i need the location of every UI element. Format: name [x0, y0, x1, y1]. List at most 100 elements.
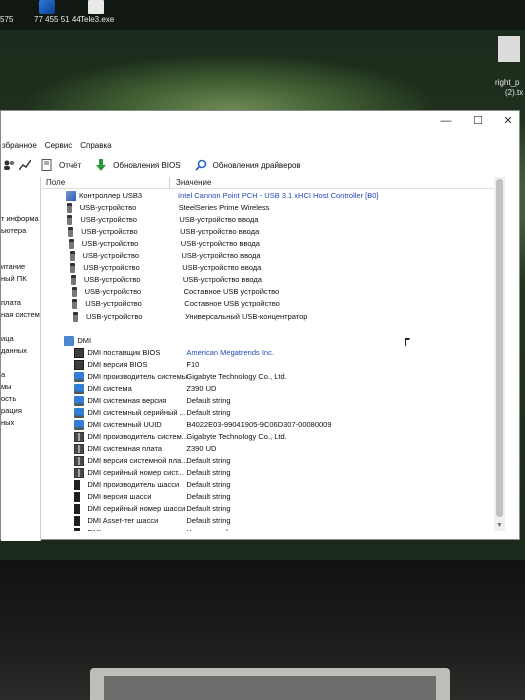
table-row[interactable]: DMI тип шасси Настольный [42, 527, 494, 531]
sidebar-item[interactable] [1, 285, 40, 297]
table-row[interactable]: DMI системная плата Z390 UD [42, 443, 494, 455]
search-icon [194, 159, 206, 171]
sidebar-item[interactable]: а [1, 369, 40, 381]
row-field: DMI производитель систем... [87, 432, 188, 441]
desktop-icon-label[interactable]: right_p [495, 78, 519, 87]
chart-icon[interactable] [19, 159, 31, 171]
table-row[interactable]: DMI Asset-тег шасси Default string [42, 515, 494, 527]
close-button[interactable]: ✕ [497, 113, 519, 129]
dmi-folder-icon [64, 335, 75, 346]
row-value: SteelSeries Prime Wireless [178, 203, 270, 213]
sidebar-item[interactable] [1, 189, 40, 201]
table-row[interactable]: USB-устройство USB-устройство ввода [42, 262, 494, 274]
row-field: DMI системный серийный ... [87, 407, 186, 417]
menu-service[interactable]: Сервис [44, 139, 79, 153]
motherboard-icon [74, 456, 85, 467]
desktop-icon-label[interactable]: 77 455 51 44 [34, 15, 81, 24]
sidebar-item-motherboard[interactable]: плата [1, 297, 40, 309]
sidebar-item-computer[interactable]: ьютера [1, 225, 40, 237]
table-row[interactable]: DMI поставщик BIOS American Megatrends In… [42, 347, 494, 359]
scrollbar-thumb[interactable] [496, 179, 503, 517]
table-row[interactable]: USB-устройство Составное USB устройство [42, 298, 494, 310]
row-value: USB-устройство ввода [182, 263, 262, 273]
sidebar-item[interactable] [1, 249, 40, 261]
sidebar-item[interactable] [1, 201, 40, 213]
usb-plug-icon [66, 203, 72, 214]
table-row[interactable]: DMI версия шасси Default string [42, 491, 494, 503]
motherboard-icon [74, 432, 85, 442]
table-row[interactable]: USB-устройство Универсальный USB-концентр… [42, 311, 494, 323]
sidebar-item-display[interactable]: ица [1, 333, 40, 345]
sidebar-item[interactable] [1, 237, 40, 249]
sidebar-item[interactable]: мы [1, 381, 40, 393]
sidebar-item-security[interactable]: ость [1, 393, 40, 405]
sidebar-item-portable[interactable]: ный ПК [1, 273, 40, 285]
driver-update-button[interactable]: Обновления драйверов [187, 155, 307, 175]
row-value: American Megatrends Inc. [186, 347, 274, 357]
usb-controller-icon [66, 191, 76, 201]
menu-favorites[interactable]: збранное [1, 139, 44, 153]
column-header-field[interactable]: Поле [46, 178, 65, 187]
table-row[interactable]: DMI версия BIOS F10 [42, 359, 494, 371]
table-row[interactable]: DMI системный UUID B4022E03-99041905-9C06… [42, 419, 494, 431]
desktop-icon-label[interactable]: Tele3.exe [80, 15, 114, 24]
table-row[interactable]: USB-устройство SteelSeries Prime Wireless [42, 202, 494, 214]
table-row[interactable]: Контроллер USB3 Intel Cannon Point PCH - … [42, 190, 494, 202]
row-value: USB-устройство ввода [180, 239, 260, 249]
table-row[interactable]: DMI производитель шасси Default string [42, 479, 494, 491]
bios-update-button[interactable]: Обновления BIOS [87, 155, 186, 175]
row-value: USB-устройство ввода [181, 251, 261, 261]
sidebar-item-config[interactable]: рация [1, 405, 40, 417]
phone-file-icon[interactable] [39, 0, 55, 14]
users-icon[interactable] [3, 159, 15, 171]
desktop-icon-label[interactable]: 575 [0, 15, 13, 24]
table-row[interactable]: DMI система Z390 UD [42, 383, 494, 395]
sidebar-item-os[interactable]: ная система [1, 309, 40, 321]
table-row[interactable]: USB-устройство USB-устройство ввода [42, 226, 494, 238]
column-separator[interactable] [169, 177, 170, 189]
desktop-icon-label[interactable]: (2).tx [505, 88, 523, 97]
row-field: DMI поставщик BIOS [87, 347, 161, 357]
table-row[interactable]: USB-устройство USB-устройство ввода [42, 238, 494, 250]
text-file-icon[interactable] [498, 36, 520, 62]
sidebar-item-power[interactable]: итание [1, 261, 40, 273]
vertical-scrollbar[interactable]: ▼ [494, 177, 505, 531]
row-value: Gigabyte Technology Co., Ltd. [186, 371, 287, 381]
sidebar-item-storage[interactable]: данных [1, 345, 40, 357]
table-row [42, 323, 494, 335]
details-list: Поле Значение Контроллер USB3 Intel Canno… [42, 177, 494, 531]
column-header-value[interactable]: Значение [176, 178, 211, 187]
chip-icon [74, 347, 85, 358]
table-row[interactable]: DMI системный серийный ... Default string [42, 407, 494, 419]
title-bar[interactable]: — ☐ ✕ [1, 111, 519, 133]
row-value: Default string [186, 407, 231, 417]
row-value: Default string [186, 516, 231, 526]
sidebar-item-database[interactable]: ных [1, 417, 40, 429]
scroll-down-arrow-icon[interactable]: ▼ [495, 521, 504, 530]
menu-help[interactable]: Справка [79, 139, 118, 153]
usb-plug-icon [67, 215, 73, 226]
table-row[interactable]: DMI производитель системы Gigabyte Techno… [42, 371, 494, 383]
minimize-button[interactable]: — [435, 113, 457, 129]
table-row[interactable]: DMI версия системной пла... Default strin… [42, 455, 494, 467]
row-field: USB-устройство [85, 299, 142, 309]
table-row[interactable]: USB-устройство USB-устройство ввода [42, 250, 494, 262]
report-button-label: Отчёт [59, 160, 82, 170]
table-row[interactable]: USB-устройство Составное USB устройство [42, 286, 494, 298]
sidebar-item[interactable] [1, 357, 40, 369]
table-row[interactable]: DMI серийный номер сист... Default string [42, 467, 494, 479]
motherboard-icon [74, 444, 85, 455]
table-row[interactable]: DMI системная версия Default string [42, 395, 494, 407]
sidebar-item[interactable] [1, 321, 40, 333]
table-row[interactable]: USB-устройство USB-устройство ввода [42, 214, 494, 226]
row-value: Default string [186, 468, 231, 478]
list-group-dmi[interactable]: DMI [42, 335, 494, 347]
table-row[interactable]: USB-устройство USB-устройство ввода [42, 274, 494, 286]
report-button[interactable]: Отчёт [33, 155, 87, 175]
exe-file-icon[interactable] [88, 0, 104, 14]
sidebar-item[interactable] [1, 177, 40, 189]
table-row[interactable]: DMI производитель систем... Gigabyte Tech… [42, 431, 494, 443]
maximize-button[interactable]: ☐ [467, 113, 489, 129]
sidebar-item-info[interactable]: т информа [1, 213, 40, 225]
table-row[interactable]: DMI серийный номер шасси Default string [42, 503, 494, 515]
